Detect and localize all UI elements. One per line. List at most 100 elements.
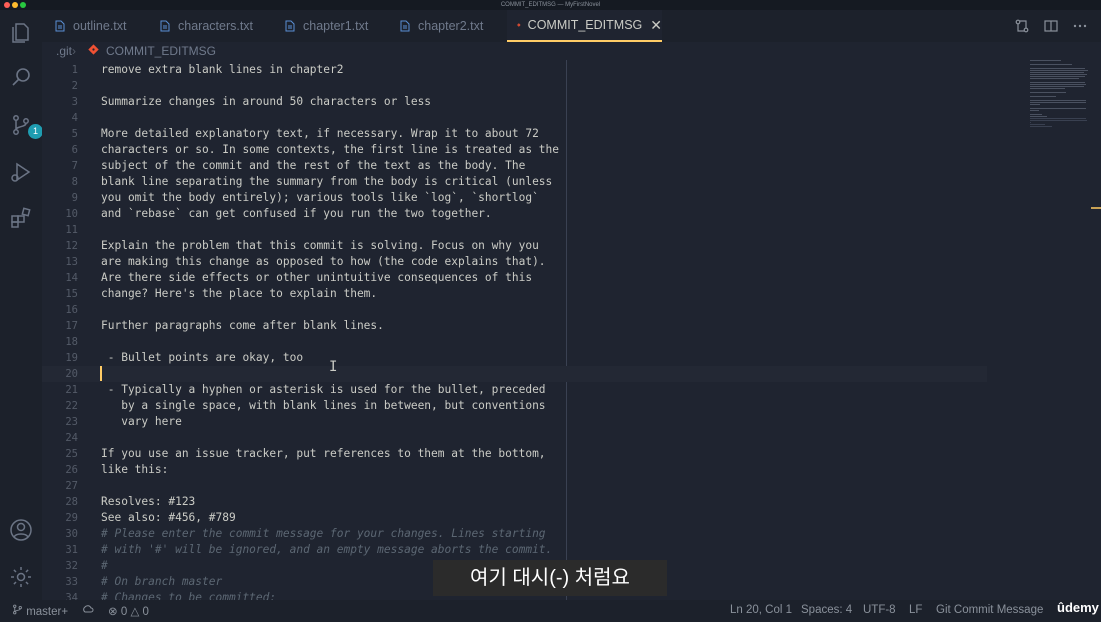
- editor-line[interactable]: 15 change? Here's the place to explain th…: [42, 286, 1082, 302]
- line-number: 16: [65, 304, 78, 316]
- line-number: 2: [71, 80, 78, 92]
- editor-line[interactable]: 24: [42, 430, 1082, 446]
- editor-line[interactable]: 2: [42, 78, 1082, 94]
- cursor-position[interactable]: Ln 20, Col 1: [730, 604, 792, 616]
- git-icon: [88, 44, 99, 58]
- line-number: 17: [65, 320, 78, 332]
- editor-line[interactable]: 29 See also: #456, #789: [42, 510, 1082, 526]
- tab-bar: outline.txt characters.txt chapter1.txt …: [42, 10, 1101, 42]
- line-number: 30: [65, 528, 78, 540]
- editor-line[interactable]: 28 Resolves: #123: [42, 494, 1082, 510]
- editor-line[interactable]: 30 # Please enter the commit message for …: [42, 526, 1082, 542]
- language-mode[interactable]: Git Commit Message: [936, 604, 1043, 616]
- status-bar: master+ ⊗ 0 △ 0 Ln 20, Col 1 Spaces: 4 U…: [0, 600, 1101, 622]
- editor-line[interactable]: 13 are making this change as opposed to h…: [42, 254, 1082, 270]
- account-icon[interactable]: [8, 517, 34, 543]
- scrollbar-marker[interactable]: [1091, 207, 1101, 209]
- editor-line[interactable]: 1 remove extra blank lines in chapter2: [42, 62, 1082, 78]
- breadcrumb: .git › COMMIT_EDITMSG: [42, 42, 1101, 60]
- close-tab-icon[interactable]: ✕: [650, 17, 662, 34]
- line-number: 31: [65, 544, 78, 556]
- tab-chapter2[interactable]: chapter2.txt: [399, 10, 483, 42]
- line-text: Are there side effects or other unintuit…: [101, 271, 533, 284]
- line-number: 26: [65, 464, 78, 476]
- editor-line[interactable]: 6 characters or so. In some contexts, the…: [42, 142, 1082, 158]
- breadcrumb-folder[interactable]: .git: [56, 44, 72, 58]
- open-changes-icon[interactable]: [1014, 18, 1030, 34]
- line-text: - Typically a hyphen or asterisk is used…: [101, 383, 546, 396]
- editor-line[interactable]: 12 Explain the problem that this commit i…: [42, 238, 1082, 254]
- line-number: 24: [65, 432, 78, 444]
- run-debug-icon[interactable]: [8, 159, 34, 185]
- editor-line[interactable]: 9 you omit the body entirely); various to…: [42, 190, 1082, 206]
- tab-label: chapter2.txt: [418, 19, 484, 33]
- line-number: 32: [65, 560, 78, 572]
- line-text: #: [101, 559, 108, 572]
- explorer-icon[interactable]: [8, 20, 34, 46]
- breadcrumb-file[interactable]: COMMIT_EDITMSG: [106, 44, 216, 58]
- mouse-ibeam-icon: I: [329, 359, 338, 375]
- line-number: 1: [71, 64, 78, 76]
- end-of-line[interactable]: LF: [909, 604, 922, 616]
- source-control-icon[interactable]: 1: [8, 112, 43, 139]
- problems-status[interactable]: ⊗ 0 △ 0: [108, 604, 149, 618]
- line-number: 25: [65, 448, 78, 460]
- editor-line[interactable]: 18: [42, 334, 1082, 350]
- line-number: 9: [71, 192, 78, 204]
- line-number: 29: [65, 512, 78, 524]
- editor-line[interactable]: 27: [42, 478, 1082, 494]
- editor[interactable]: 1 remove extra blank lines in chapter2 2 3 S…: [42, 60, 1101, 600]
- tab-outline[interactable]: outline.txt: [54, 10, 127, 42]
- split-editor-icon[interactable]: [1043, 18, 1059, 34]
- editor-line[interactable]: 31 # with '#' will be ignored, and an emp…: [42, 542, 1082, 558]
- git-branch-icon: [13, 604, 22, 615]
- line-number: 19: [65, 352, 78, 364]
- editor-line[interactable]: 26 like this:: [42, 462, 1082, 478]
- more-actions-icon[interactable]: [1072, 18, 1088, 34]
- indentation[interactable]: Spaces: 4: [801, 604, 852, 616]
- git-icon: [517, 23, 521, 27]
- file-icon: [160, 20, 170, 32]
- file-icon: [55, 20, 65, 32]
- line-text: subject of the commit and the rest of th…: [101, 159, 526, 172]
- line-number: 5: [71, 128, 78, 140]
- editor-line[interactable]: 14 Are there side effects or other unintu…: [42, 270, 1082, 286]
- editor-line[interactable]: 7 subject of the commit and the rest of t…: [42, 158, 1082, 174]
- editor-line[interactable]: 11: [42, 222, 1082, 238]
- editor-line[interactable]: 3 Summarize changes in around 50 characte…: [42, 94, 1082, 110]
- editor-line[interactable]: 19 - Bullet points are okay, too: [42, 350, 1082, 366]
- editor-line[interactable]: 5 More detailed explanatory text, if nece…: [42, 126, 1082, 142]
- editor-line[interactable]: 21 - Typically a hyphen or asterisk is u…: [42, 382, 1082, 398]
- encoding[interactable]: UTF-8: [863, 604, 896, 616]
- search-icon[interactable]: [8, 64, 34, 90]
- line-number: 28: [65, 496, 78, 508]
- editor-line[interactable]: 23 vary here: [42, 414, 1082, 430]
- line-text: If you use an issue tracker, put referen…: [101, 447, 546, 460]
- editor-line[interactable]: 4: [42, 110, 1082, 126]
- line-number: 21: [65, 384, 78, 396]
- tab-chapter1[interactable]: chapter1.txt: [284, 10, 368, 42]
- line-text: vary here: [101, 415, 182, 428]
- manage-gear-icon[interactable]: [8, 564, 34, 590]
- line-number: 23: [65, 416, 78, 428]
- editor-line[interactable]: 25 If you use an issue tracker, put refer…: [42, 446, 1082, 462]
- branch-status[interactable]: master+: [12, 604, 68, 618]
- tab-label: chapter1.txt: [303, 19, 369, 33]
- line-number: 34: [65, 592, 78, 600]
- line-number: 22: [65, 400, 78, 412]
- tab-commit-editmsg[interactable]: COMMIT_EDITMSG ✕: [507, 10, 662, 42]
- line-text: and `rebase` can get confused if you run…: [101, 207, 492, 220]
- extensions-icon[interactable]: [8, 205, 34, 231]
- editor-line[interactable]: 20: [42, 366, 987, 382]
- line-text: Summarize changes in around 50 character…: [101, 95, 432, 108]
- editor-line[interactable]: 22 by a single space, with blank lines i…: [42, 398, 1082, 414]
- editor-line[interactable]: 8 blank line separating the summary from …: [42, 174, 1082, 190]
- editor-line[interactable]: 16: [42, 302, 1082, 318]
- warning-count: 0: [142, 606, 149, 618]
- editor-line[interactable]: 10 and `rebase` can get confused if you r…: [42, 206, 1082, 222]
- line-number: 7: [71, 160, 78, 172]
- tab-characters[interactable]: characters.txt: [159, 10, 253, 42]
- sync-icon[interactable]: [82, 604, 94, 619]
- line-text: change? Here's the place to explain them…: [101, 287, 378, 300]
- editor-line[interactable]: 17 Further paragraphs come after blank li…: [42, 318, 1082, 334]
